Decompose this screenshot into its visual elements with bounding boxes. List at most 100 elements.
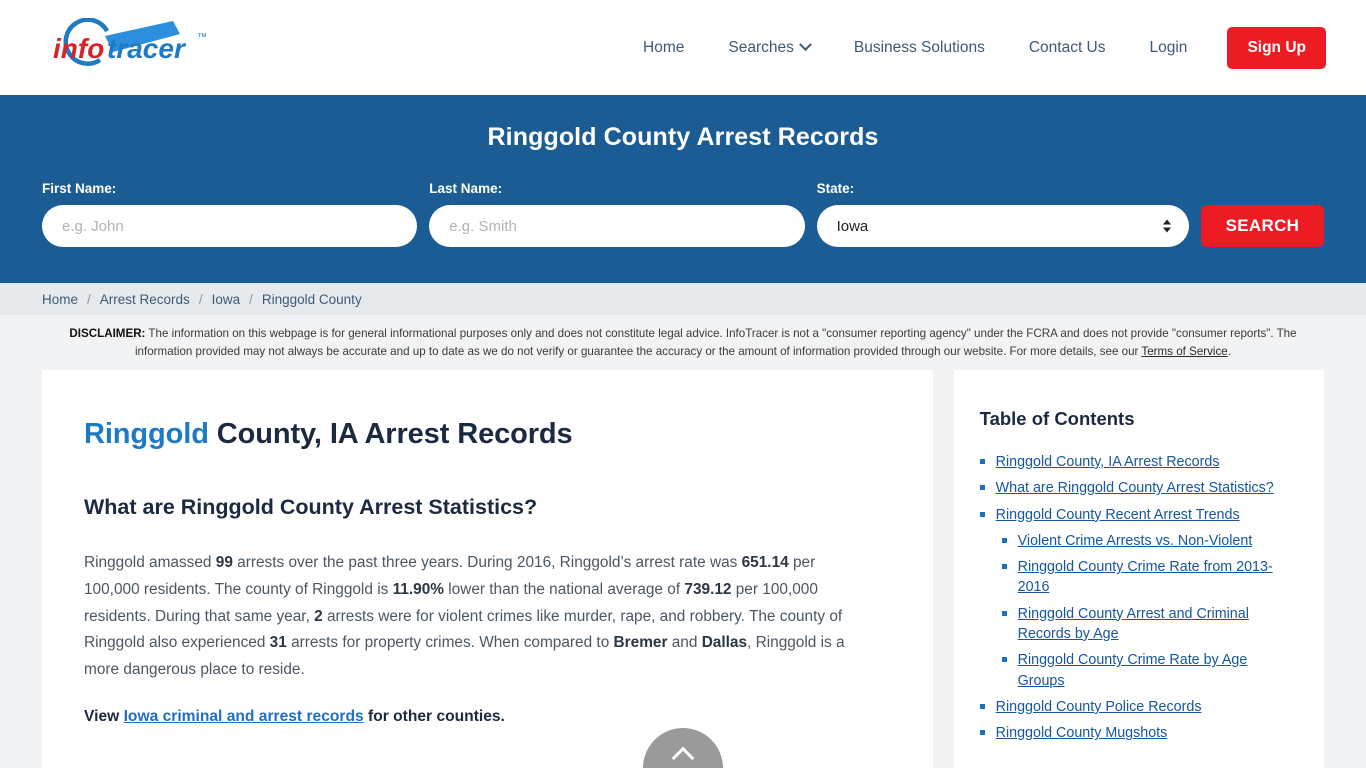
last-name-input[interactable]	[429, 205, 805, 247]
page-title: Ringgold County, IA Arrest Records	[84, 418, 885, 451]
statistics-paragraph: Ringgold amassed 99 arrests over the pas…	[84, 550, 874, 684]
last-name-field-group: Last Name:	[429, 181, 805, 247]
svg-text:™: ™	[197, 32, 207, 43]
nav-item-contact-us[interactable]: Contact Us	[1007, 39, 1128, 57]
logo-icon: info tracer ™	[53, 17, 207, 66]
stat-value: Dallas	[701, 634, 748, 652]
stat-value: 651.14	[741, 553, 789, 571]
disclaimer-label: DISCLAIMER:	[69, 327, 146, 340]
state-select-wrap: Iowa	[816, 205, 1189, 247]
breadcrumb: Home / Arrest Records / Iowa / Ringgold …	[0, 283, 1366, 315]
stat-text: and	[667, 634, 702, 652]
toc-link-3[interactable]: Violent Crime Arrests vs. Non-Violent	[1018, 531, 1253, 551]
toc-item: Ringgold County Crime Rate by Age Groups	[980, 650, 1294, 691]
search-form: First Name: Last Name: State: Iowa	[42, 181, 1325, 247]
main-nav: Home Searches Business Solutions Contact…	[621, 26, 1326, 69]
nav-label: Searches	[728, 38, 794, 56]
toc-link-0[interactable]: Ringgold County, IA Arrest Records	[996, 452, 1220, 472]
nav-label: Contact Us	[1028, 38, 1106, 56]
toc-link-5[interactable]: Ringgold County Arrest and Criminal Reco…	[1018, 604, 1294, 645]
bullet-icon	[979, 511, 985, 517]
toc-link-8[interactable]: Ringgold County Mugshots	[996, 723, 1168, 743]
breadcrumb-item-home[interactable]: Home	[42, 292, 78, 307]
state-select[interactable]: Iowa	[816, 205, 1189, 247]
toc-link-1[interactable]: What are Ringgold County Arrest Statisti…	[996, 478, 1274, 498]
bullet-icon	[1001, 537, 1007, 543]
stat-text: lower than the national average of	[443, 580, 685, 598]
toc-item: Violent Crime Arrests vs. Non-Violent	[980, 531, 1294, 551]
stat-text: arrests for property crimes. When compar…	[286, 634, 614, 652]
nav-label: Home	[643, 38, 685, 56]
bullet-icon	[979, 703, 985, 709]
svg-text:tracer: tracer	[107, 33, 187, 64]
stat-value: Bremer	[613, 634, 668, 652]
disclaimer-tail: .	[1227, 344, 1231, 358]
page-title-highlight: Ringgold	[84, 417, 209, 450]
toc-item: Ringgold County Mugshots	[979, 723, 1294, 743]
toc-item: Ringgold County Police Records	[979, 697, 1294, 717]
toc-item: What are Ringgold County Arrest Statisti…	[979, 478, 1294, 498]
toc-title: Table of Contents	[979, 407, 1135, 429]
view-prefix: View	[84, 707, 124, 725]
breadcrumb-separator: /	[87, 291, 91, 307]
nav-label: Business Solutions	[853, 38, 985, 56]
stat-text: arrests over the past three years. Durin…	[232, 553, 742, 571]
search-banner: Ringgold County Arrest Records First Nam…	[0, 95, 1366, 283]
toc-link-7[interactable]: Ringgold County Police Records	[996, 697, 1202, 717]
stat-value: 2	[314, 607, 323, 625]
page-title-rest: County, IA Arrest Records	[208, 417, 573, 450]
iowa-records-link[interactable]: Iowa criminal and arrest records	[124, 708, 364, 725]
stat-value: 99	[215, 553, 233, 571]
toc-list: Ringgold County, IA Arrest Records What a…	[979, 452, 1294, 744]
first-name-label: First Name:	[42, 181, 117, 196]
page-root: info tracer ™ Home Searches Business Sol…	[0, 0, 1366, 768]
toc-link-6[interactable]: Ringgold County Crime Rate by Age Groups	[1018, 650, 1294, 691]
nav-item-login[interactable]: Login	[1128, 39, 1210, 57]
nav-item-home[interactable]: Home	[621, 39, 706, 57]
bullet-icon	[1001, 564, 1007, 570]
breadcrumb-item-current: Ringgold County	[261, 291, 362, 307]
article-card: Ringgold County, IA Arrest Records What …	[42, 369, 933, 768]
toc-item: Ringgold County Arrest and Criminal Reco…	[980, 604, 1294, 645]
state-label: State:	[816, 181, 855, 196]
disclaimer-bar: DISCLAIMER: The information on this webp…	[0, 315, 1366, 370]
breadcrumb-separator: /	[198, 291, 203, 307]
table-of-contents-card: Table of Contents Ringgold County, IA Ar…	[953, 369, 1324, 768]
stat-value: 31	[269, 634, 287, 652]
sign-up-button[interactable]: Sign Up	[1227, 26, 1326, 69]
nav-item-searches[interactable]: Searches	[706, 38, 831, 57]
last-name-label: Last Name:	[429, 181, 503, 196]
nav-item-business-solutions[interactable]: Business Solutions	[832, 39, 1007, 57]
toc-item: Ringgold County Crime Rate from 2013-201…	[980, 557, 1294, 598]
bullet-icon	[979, 485, 985, 491]
bullet-icon	[979, 730, 985, 736]
breadcrumb-item-iowa[interactable]: Iowa	[212, 292, 241, 307]
view-other-counties-line: View Iowa criminal and arrest records fo…	[84, 708, 885, 726]
chevron-up-icon	[671, 746, 695, 768]
bullet-icon	[1001, 657, 1007, 663]
nav-label: Login	[1149, 38, 1188, 56]
toc-item: Ringgold County, IA Arrest Records	[979, 452, 1294, 472]
first-name-field-group: First Name:	[42, 181, 418, 247]
disclaimer-text: The information on this webpage is for g…	[134, 327, 1297, 358]
site-header: info tracer ™ Home Searches Business Sol…	[0, 0, 1366, 95]
svg-text:info: info	[53, 33, 104, 64]
toc-link-2[interactable]: Ringgold County Recent Arrest Trends	[996, 505, 1240, 525]
infotracer-logo[interactable]: info tracer ™	[45, 13, 220, 83]
view-suffix: for other counties.	[363, 707, 505, 725]
section-heading-statistics: What are Ringgold County Arrest Statisti…	[84, 494, 538, 519]
toc-link-4[interactable]: Ringgold County Crime Rate from 2013-201…	[1018, 557, 1294, 598]
chevron-down-icon	[798, 38, 812, 52]
stat-value: 11.90%	[392, 580, 444, 598]
main-area: Ringgold County, IA Arrest Records What …	[0, 369, 1366, 768]
search-button[interactable]: SEARCH	[1200, 205, 1325, 247]
state-field-group: State: Iowa	[816, 181, 1189, 247]
banner-title: Ringgold County Arrest Records	[487, 123, 879, 151]
breadcrumb-item-arrest-records[interactable]: Arrest Records	[100, 292, 190, 307]
terms-of-service-link[interactable]: Terms of Service	[1141, 345, 1227, 358]
stat-text: Ringgold amassed	[84, 553, 216, 571]
toc-item: Ringgold County Recent Arrest Trends	[979, 505, 1294, 525]
first-name-input[interactable]	[42, 205, 418, 247]
breadcrumb-separator: /	[249, 291, 253, 307]
bullet-icon	[979, 458, 985, 464]
